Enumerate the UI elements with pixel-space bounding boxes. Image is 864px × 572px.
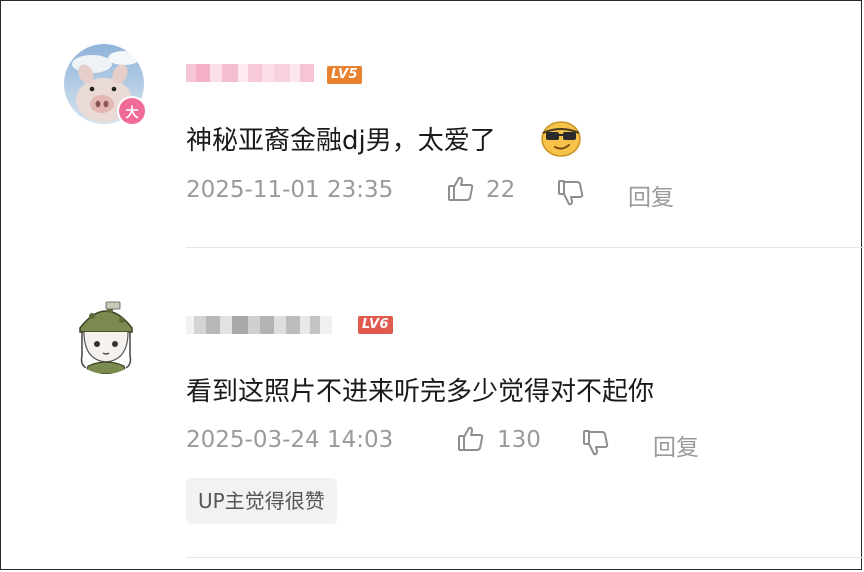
username-redacted[interactable] [186,64,314,82]
comment-text: 神秘亚裔金融dj男，太爱了 [186,120,496,157]
reply-button[interactable]: 回复 [653,428,699,462]
comment-divider [186,557,864,558]
avatar[interactable] [66,294,146,374]
like-count: 22 [486,177,516,203]
thumb-down-icon[interactable] [556,178,586,212]
soldier-girl-avatar-image [66,294,146,374]
up-liked-tag: UP主觉得很赞 [186,478,337,524]
thumb-down-icon[interactable] [581,428,611,462]
comment-text-content: 神秘亚裔金融dj男，太爱了 [186,126,496,156]
thumb-up-icon[interactable] [456,424,486,458]
comment-text: 看到这照片不进来听完多少觉得对不起你 [186,377,655,407]
reply-button[interactable]: 回复 [628,178,674,212]
username-redacted[interactable] [186,316,332,334]
sunglasses-emoji-icon [540,119,582,161]
comment-timestamp: 2025-11-01 23:35 [186,177,394,203]
level-badge: LV6 [358,316,394,334]
comment-divider [186,247,864,248]
thumb-up-icon[interactable] [446,174,476,208]
level-badge: LV5 [327,66,363,84]
like-count: 130 [497,427,541,453]
vip-badge: 大 [117,96,147,126]
comment-timestamp: 2025-03-24 14:03 [186,427,394,453]
